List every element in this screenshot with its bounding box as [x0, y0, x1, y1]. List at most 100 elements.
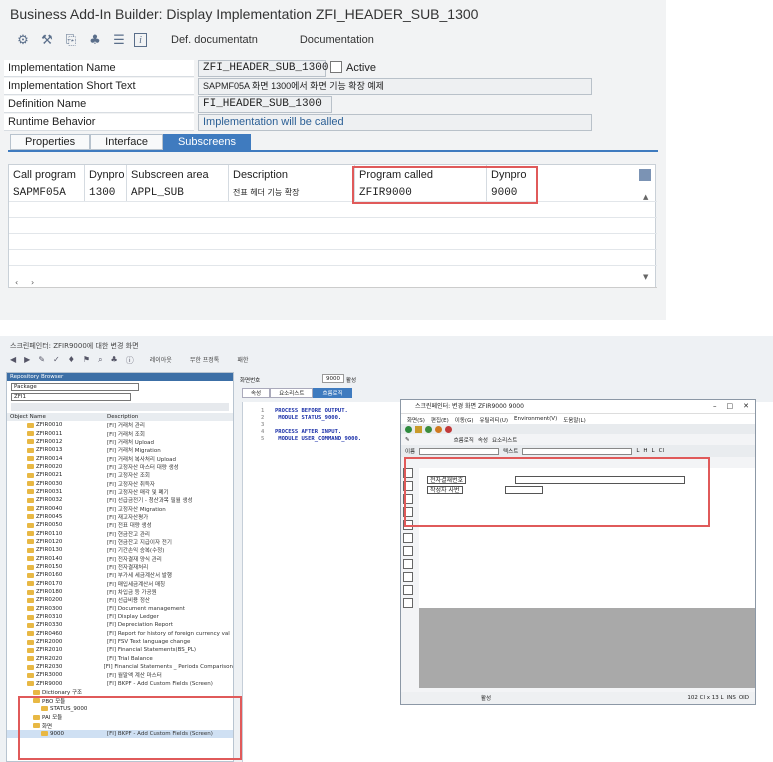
tree-item[interactable]: ZFIR0040 [FI] 고정자산 Migration — [7, 504, 233, 513]
back-icon[interactable]: ◀ — [10, 355, 16, 366]
minimize-icon[interactable]: – — [713, 402, 717, 410]
col-description[interactable]: Description — [103, 413, 138, 421]
pattern-icon[interactable]: ⎘ — [62, 31, 80, 49]
object-type-dropdown[interactable]: Package — [11, 383, 139, 391]
tree-item[interactable]: ZFIR0032 [FI] 선급금전기 - 청산과목 필월 생성 — [7, 496, 233, 504]
dialog-menu-item[interactable]: 화면(S) — [407, 416, 425, 424]
tree-item[interactable]: ZFIR9000 [FI] BKPF - Add Custom Fields (S… — [7, 680, 233, 688]
tab-subscreens[interactable]: Subscreens — [162, 134, 252, 150]
info-icon[interactable]: ⓘ — [126, 355, 134, 366]
col-call-program[interactable]: Call program — [9, 165, 85, 185]
tree-item[interactable]: ZFIR2010 [FI] Financial Statements(BS_PL) — [7, 646, 233, 654]
forward-icon[interactable]: ▶ — [24, 355, 30, 366]
cell-call-program[interactable]: SAPMF05A — [9, 185, 85, 201]
tree-item[interactable]: ZFIR0160 [FI] 부가세 세금계산서 발행 — [7, 571, 233, 579]
tree-item[interactable]: ZFIR0031 [FI] 고정자산 매각 및 폐기 — [7, 488, 233, 496]
palette-status-icon[interactable] — [403, 598, 413, 608]
tree-item[interactable]: ZFIR2020 [FI] Trial Balance — [7, 655, 233, 663]
maximize-icon[interactable]: □ — [727, 402, 734, 410]
table-row[interactable] — [9, 249, 657, 265]
copy-icon[interactable] — [330, 61, 342, 73]
tree-item[interactable]: ZFIR0180 [FI] 차입금 등 가공원 — [7, 588, 233, 596]
test-icon[interactable]: ⚑ — [83, 355, 90, 366]
tab-attributes[interactable]: 속성 — [242, 388, 271, 398]
scroll-up-icon[interactable]: ▲ — [643, 193, 648, 201]
tree-item[interactable]: ZFIR2030 [FI] Financial Statements _ Peri… — [7, 663, 233, 671]
tree-item[interactable]: ZFIR0300 [FI] Document management — [7, 605, 233, 613]
dialog-menu-item[interactable]: 이동(G) — [455, 416, 474, 424]
tree-item[interactable]: ZFIR0045 [FI] 재고자산평가 — [7, 513, 233, 521]
tab-interface[interactable]: Interface — [90, 134, 163, 150]
cell-subscreen-area[interactable]: APPL_SUB — [127, 185, 229, 201]
palette-table-icon[interactable] — [403, 572, 413, 582]
check-icon[interactable]: ✓ — [53, 355, 60, 366]
tree-item[interactable]: ZFIR0120 [FI] 현금잔고 지급이자 전기 — [7, 538, 233, 546]
attributes-button[interactable]: 속성 — [478, 436, 488, 444]
dialog-menu-item[interactable]: 편집(E) — [431, 416, 449, 424]
layout-tool-icon[interactable]: ✎ — [405, 437, 410, 443]
tree-item[interactable]: ZFIR0310 [FI] Display Ledger — [7, 613, 233, 621]
enter-icon[interactable] — [405, 425, 412, 433]
flow-logic-button[interactable]: 흐름로직 — [454, 436, 474, 444]
table-row[interactable] — [9, 265, 657, 281]
palette-tabstrip-icon[interactable] — [403, 533, 413, 543]
back-icon[interactable] — [425, 425, 432, 433]
tools-icon[interactable]: ⚒ — [38, 31, 56, 49]
element-list-button[interactable]: 요소리스트 — [492, 436, 517, 444]
col-dynpro[interactable]: Dynpro — [85, 165, 127, 185]
definition-name-field[interactable]: FI_HEADER_SUB_1300 — [198, 96, 332, 113]
dialog-menu-item[interactable]: Environment(V) — [514, 416, 557, 422]
tree-item[interactable]: ZFIR0330 [FI] Depreciation Report — [7, 621, 233, 629]
tree-item[interactable]: ZFIR0013 [FI] 거래처 Migration — [7, 446, 233, 454]
screen-number-field[interactable]: 9000 — [322, 374, 344, 383]
tab-element-list[interactable]: 요소리스트 — [270, 388, 314, 398]
column-settings-icon[interactable] — [639, 169, 651, 181]
name-field[interactable] — [419, 447, 500, 455]
tree-icon[interactable]: ♣ — [111, 355, 118, 366]
tree-item[interactable]: ZFIR0010 [FI] 거래처 관리 — [7, 421, 233, 429]
save-icon[interactable] — [415, 425, 422, 433]
close-icon[interactable]: ✕ — [743, 402, 749, 410]
dialog-menu-item[interactable]: 도움말(L) — [563, 416, 586, 424]
info-icon[interactable]: i — [134, 33, 147, 47]
cell-description[interactable]: 전표 헤더 기능 확장 — [229, 185, 355, 201]
col-subscreen-area[interactable]: Subscreen area — [127, 165, 229, 185]
def-documentation-button[interactable]: Def. documentatn — [171, 34, 258, 46]
tab-flow-logic[interactable]: 흐름로직 — [313, 388, 352, 398]
col-object-name[interactable]: Object Name — [7, 413, 103, 421]
impl-name-field[interactable]: ZFI_HEADER_SUB_1300 — [198, 60, 328, 77]
find-icon[interactable]: ⌕ — [98, 355, 102, 366]
activate-icon[interactable]: ♦ — [68, 355, 75, 366]
documentation-button[interactable]: Documentation — [300, 34, 374, 46]
adjust-icon[interactable]: ⚙ — [14, 31, 32, 49]
tree-item[interactable]: ZFIR0130 [FI] 기간손익 승복(수정) — [7, 546, 233, 554]
scroll-left-icon[interactable]: ‹ — [15, 278, 18, 287]
horizontal-scrollbar[interactable] — [9, 287, 657, 288]
tree-item[interactable]: ZFIR0021 [FI] 고정자산 조회 — [7, 471, 233, 479]
exit-icon[interactable] — [435, 425, 442, 433]
tree-item[interactable]: ZFIR0150 [FI] 전자결재처리 — [7, 563, 233, 571]
tab-properties[interactable]: Properties — [10, 134, 91, 150]
tree-item[interactable]: ZFIR0170 [FI] 매입세금계산서 매칭 — [7, 580, 233, 588]
toolbar-button-3[interactable]: 패한 — [237, 355, 248, 366]
cell-dynpro[interactable]: 1300 — [85, 185, 127, 201]
list-icon[interactable]: ☰ — [110, 31, 128, 49]
text-field[interactable] — [522, 447, 633, 455]
tree-item[interactable]: ZFIR0012 [FI] 거래처 Upload — [7, 438, 233, 446]
palette-custom-icon[interactable] — [403, 585, 413, 595]
tree-item[interactable]: ZFIR0020 [FI] 고정자산 마스터 대량 생성 — [7, 463, 233, 471]
hierarchy-icon[interactable]: ♣ — [86, 31, 104, 49]
palette-subscreen-icon[interactable] — [403, 559, 413, 569]
tree-item[interactable]: ZFIR3000 [FI] 월말액 계산 마스터 — [7, 671, 233, 679]
table-row[interactable] — [9, 201, 657, 217]
tree-item[interactable]: ZFIR0014 [FI] 거래처 복사처리 Upload — [7, 454, 233, 463]
col-description[interactable]: Description — [229, 165, 355, 185]
tree-item[interactable]: ZFIR0011 [FI] 거래처 조회 — [7, 429, 233, 438]
tree-item[interactable]: ZFIR0200 [FI] 선급비용 정산 — [7, 596, 233, 604]
tree-item[interactable]: ZFIR0050 [FI] 전표 대량 생성 — [7, 521, 233, 529]
tree-item[interactable]: ZFIR0460 [FI] Report for history of forei… — [7, 630, 233, 638]
toolbar-button-2[interactable]: 무한 프정톡 — [190, 355, 220, 366]
tree-item[interactable]: ZFIR0030 [FI] 고정자산 취득자 — [7, 479, 233, 488]
tree-item[interactable]: ZFIR2000 [FI] FSV Text language change — [7, 638, 233, 646]
dialog-menu-item[interactable]: 유틸리티(U) — [479, 416, 508, 424]
